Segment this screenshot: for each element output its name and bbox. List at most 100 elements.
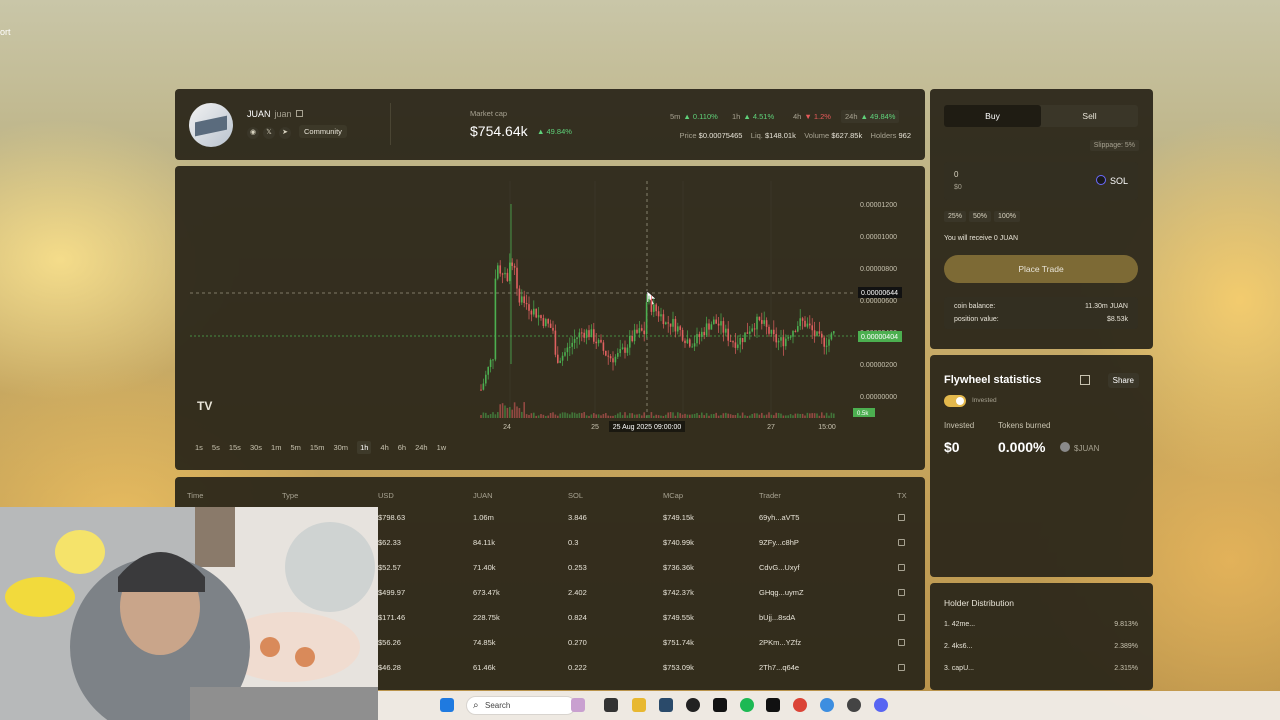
interval-6h[interactable]: 6h [398,443,406,452]
interval-4h[interactable]: 4h [380,443,388,452]
volume-bar [530,413,533,418]
candle-body [566,347,569,353]
col-time[interactable]: Time [187,491,203,500]
interval-1h[interactable]: 1h [357,441,372,454]
telegram-icon[interactable]: ➤ [279,127,291,139]
token-name: JUAN [247,109,271,119]
discord-icon[interactable] [874,698,888,712]
taskbar-search[interactable]: Search [466,696,576,715]
candle-body [492,359,494,361]
volume-bar [715,412,717,418]
flywheel-panel: Flywheel statistics Share Invested Inves… [930,355,1153,577]
volume-bar [547,415,549,418]
interval-5m[interactable]: 5m [290,443,300,452]
amount-input[interactable]: 0 $0 SOL [944,162,1138,200]
candle-body [686,339,689,344]
external-link-icon[interactable] [898,664,905,671]
external-link-icon[interactable] [898,539,905,546]
interval-30m[interactable]: 30m [333,443,348,452]
interval-1s[interactable]: 1s [195,443,203,452]
tiktok-icon[interactable] [766,698,780,712]
widgets-icon[interactable] [571,698,585,712]
candle-body [770,329,773,334]
volume-bar [631,413,633,418]
place-trade-button[interactable]: Place Trade [944,255,1138,283]
price-value: $0.00075465 [698,131,743,140]
x-app-icon[interactable] [713,698,727,712]
holder-row[interactable]: 1. 42me... 9.813% [944,621,1138,628]
col-trader[interactable]: Trader [759,491,781,500]
interval-15s[interactable]: 15s [229,443,241,452]
table-cell: 673.47k [473,588,500,597]
buy-sell-toggle: Buy Sell [944,105,1138,127]
obs-icon[interactable] [847,698,861,712]
col-sol[interactable]: SOL [568,491,583,500]
pct-100-button[interactable]: 100% [994,211,1020,222]
col-tx[interactable]: TX [897,491,907,500]
holder-row[interactable]: 3. capU... 2.315% [944,665,1138,672]
solana-icon [1095,175,1106,185]
expand-icon[interactable] [1080,375,1090,385]
price-chart[interactable]: 0.00001200 0.00001000 0.00000800 0.00000600… [175,166,925,470]
external-link-icon[interactable] [898,514,905,521]
copy-icon[interactable] [295,110,303,117]
sell-tab[interactable]: Sell [1041,105,1138,127]
candle-body [811,325,813,331]
candle-body [612,358,614,363]
currency-selector[interactable]: SOL [1095,175,1128,186]
pct-25-button[interactable]: 25% [944,211,967,222]
volume-bar [571,412,573,418]
holder-row[interactable]: 2. 4ks6... 2.389% [944,643,1138,650]
external-link-icon[interactable] [898,639,905,646]
buy-tab[interactable]: Buy [944,105,1041,127]
website-icon[interactable]: ◉ [247,127,259,139]
candle-body [552,327,554,331]
col-type[interactable]: Type [282,491,298,500]
candle-body [564,352,566,356]
candle-body [809,323,811,326]
volume-bar [665,414,667,418]
windows-start-icon[interactable] [440,698,454,712]
volume-bar [669,412,672,418]
candle-body [732,341,734,343]
interval-1w[interactable]: 1w [437,443,447,452]
pct-50-button[interactable]: 50% [969,211,992,222]
candle-body [708,323,710,330]
spotify-icon[interactable] [740,698,754,712]
amount-value[interactable]: 0 [954,170,958,179]
col-mcap[interactable]: MCap [663,491,683,500]
app-icon[interactable] [659,698,673,712]
invested-toggle[interactable] [944,395,966,407]
tradingview-logo[interactable]: TV [197,399,212,413]
interval-24h[interactable]: 24h [415,443,428,452]
task-view-icon[interactable] [604,698,618,712]
candle-body [516,267,518,289]
token-logo [189,103,233,147]
slippage-button[interactable]: Slippage: 5% [1089,140,1139,151]
interval-5s[interactable]: 5s [212,443,220,452]
interval-15m[interactable]: 15m [310,443,325,452]
chart-canvas[interactable]: 0.00001200 0.00001000 0.00000800 0.00000600… [175,166,925,436]
alien-app-icon[interactable] [686,698,700,712]
external-link-icon[interactable] [898,589,905,596]
external-link-icon[interactable] [898,614,905,621]
chrome-icon[interactable] [793,698,807,712]
candle-body [696,334,698,344]
edge-icon[interactable] [820,698,834,712]
candle-body [636,329,638,333]
col-token[interactable]: JUAN [473,491,493,500]
community-button[interactable]: Community [299,125,347,138]
file-explorer-icon[interactable] [632,698,646,712]
interval-30s[interactable]: 30s [250,443,262,452]
candle-body [677,326,679,332]
volume-bar [581,413,583,418]
balance-box: coin balance: 11.30m JUAN position value:… [944,297,1138,329]
market-cap-value: $754.64k [470,123,528,139]
x-icon[interactable]: 𝕏 [263,127,275,139]
external-link-icon[interactable] [898,564,905,571]
volume-bar [578,412,581,418]
col-usd[interactable]: USD [378,491,394,500]
share-button[interactable]: Share [1107,373,1139,388]
y-tick-label: 0.00000200 [860,362,897,369]
interval-1m[interactable]: 1m [271,443,281,452]
